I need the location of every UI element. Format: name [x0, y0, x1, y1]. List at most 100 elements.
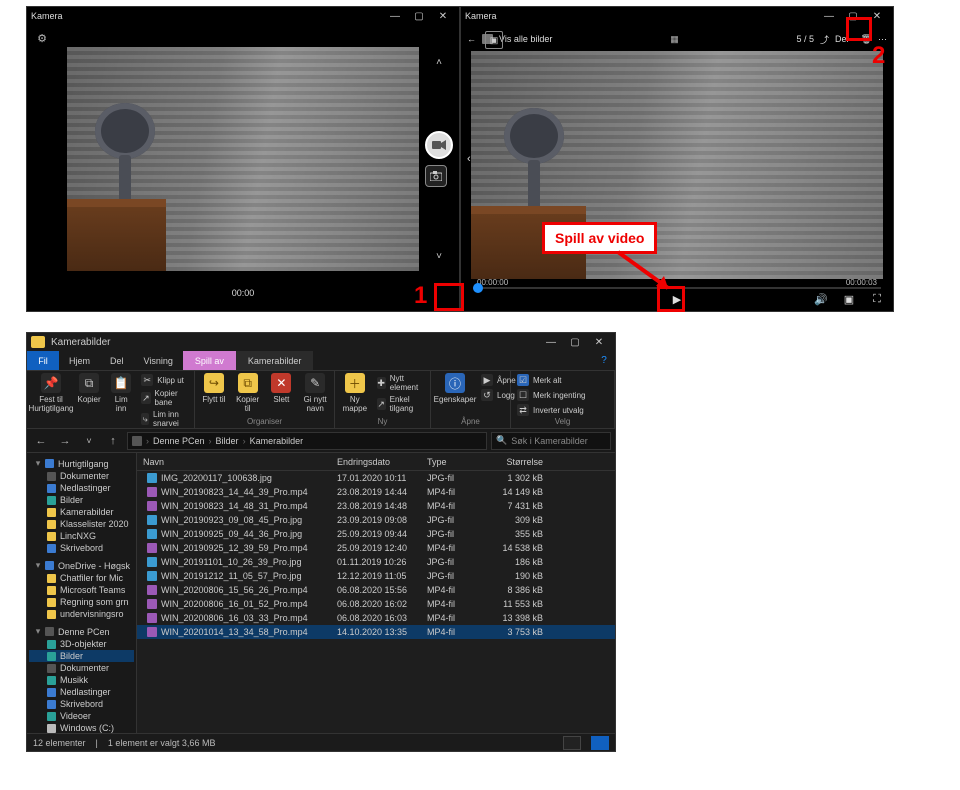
tree-item[interactable]: Dokumenter: [29, 470, 134, 482]
gear-icon[interactable]: ⚙: [33, 29, 51, 47]
up-button[interactable]: ↑: [103, 431, 123, 451]
copy-path-button[interactable]: ↗Kopier bane: [141, 388, 188, 408]
tree-group[interactable]: ▾Hurtigtilgang: [29, 457, 134, 470]
tree-item[interactable]: Nedlastinger: [29, 482, 134, 494]
col-size[interactable]: Størrelse: [487, 457, 557, 467]
table-row[interactable]: WIN_20201014_13_34_58_Pro.mp414.10.2020 …: [137, 625, 615, 639]
table-row[interactable]: WIN_20190823_14_48_31_Pro.mp423.08.2019 …: [137, 499, 615, 513]
record-button[interactable]: [425, 131, 453, 159]
easy-access-button[interactable]: ↗Enkel tilgang: [377, 394, 424, 414]
table-row[interactable]: WIN_20190925_12_39_59_Pro.mp425.09.2019 …: [137, 541, 615, 555]
rename-button[interactable]: ✎Gi nytt navn: [302, 373, 328, 413]
fullscreen-icon[interactable]: ⛶: [865, 289, 889, 309]
tree-item[interactable]: Kamerabilder: [29, 506, 134, 518]
delete-button[interactable]: ✕Slett: [269, 373, 295, 404]
table-row[interactable]: WIN_20191101_10_26_39_Pro.jpg01.11.2019 …: [137, 555, 615, 569]
share-icon[interactable]: ⤴: [820, 33, 829, 46]
nav-tree[interactable]: ▾HurtigtilgangDokumenterNedlastingerBild…: [27, 453, 137, 733]
col-type[interactable]: Type: [427, 457, 487, 467]
select-none-button[interactable]: ☐Merk ingenting: [517, 388, 608, 402]
context-tab-play[interactable]: Spill av: [183, 351, 236, 370]
tree-group[interactable]: ▾Denne PCen: [29, 625, 134, 638]
view-details-button[interactable]: [563, 736, 581, 750]
close-button[interactable]: ✕: [587, 333, 611, 351]
properties-button[interactable]: ⓘEgenskaper: [437, 373, 473, 404]
back-icon[interactable]: ←: [467, 34, 476, 44]
chevron-up-icon[interactable]: ˄: [430, 53, 448, 71]
breadcrumb[interactable]: › Denne PCen › Bilder › Kamerabilder: [127, 432, 487, 450]
copy-button[interactable]: ⧉Kopier: [77, 373, 101, 404]
new-folder-button[interactable]: ＋Ny mappe: [341, 373, 369, 413]
help-icon[interactable]: ?: [593, 351, 615, 370]
table-row[interactable]: WIN_20190823_14_44_39_Pro.mp423.08.2019 …: [137, 485, 615, 499]
filmstrip-chip[interactable]: ▣: [485, 31, 503, 49]
pin-button[interactable]: 📌Fest til Hurtigtilgang: [33, 373, 69, 413]
tree-item[interactable]: Dokumenter: [29, 662, 134, 674]
image-icon: [147, 515, 157, 525]
tree-item[interactable]: Nedlastinger: [29, 686, 134, 698]
tree-item[interactable]: Klasselister 2020: [29, 518, 134, 530]
chevron-down-icon[interactable]: ˅: [430, 247, 448, 265]
volume-icon[interactable]: 🔊: [809, 289, 833, 309]
tree-item[interactable]: Chatfiler for Mic: [29, 572, 134, 584]
cut-button[interactable]: ✂Klipp ut: [141, 373, 188, 387]
tree-item[interactable]: Bilder: [29, 650, 134, 662]
back-label[interactable]: Vis alle bilder: [499, 34, 552, 44]
tree-item[interactable]: LincNXG: [29, 530, 134, 542]
select-all-button[interactable]: ☑Merk alt: [517, 373, 608, 387]
paste-shortcut-button[interactable]: ⤷Lim inn snarvei: [141, 409, 188, 429]
minimize-button[interactable]: —: [383, 7, 407, 25]
tree-item[interactable]: 3D-objekter: [29, 638, 134, 650]
table-row[interactable]: WIN_20190923_09_08_45_Pro.jpg23.09.2019 …: [137, 513, 615, 527]
crumb-segment[interactable]: Bilder: [216, 436, 239, 446]
forward-button[interactable]: →: [55, 431, 75, 451]
crumb-segment[interactable]: Denne PCen: [153, 436, 205, 446]
photo-mode-button[interactable]: [425, 165, 447, 187]
tree-item[interactable]: Musikk: [29, 674, 134, 686]
file-date: 25.09.2019 09:44: [337, 529, 427, 539]
tree-item[interactable]: Skrivebord: [29, 542, 134, 554]
table-row[interactable]: WIN_20200806_15_56_26_Pro.mp406.08.2020 …: [137, 583, 615, 597]
minimize-button[interactable]: —: [817, 7, 841, 25]
table-row[interactable]: WIN_20200806_16_01_52_Pro.mp406.08.2020 …: [137, 597, 615, 611]
table-row[interactable]: WIN_20190925_09_44_36_Pro.jpg25.09.2019 …: [137, 527, 615, 541]
column-headers[interactable]: Navn Endringsdato Type Størrelse: [137, 453, 615, 471]
tree-item[interactable]: Videoer: [29, 710, 134, 722]
tree-item[interactable]: undervisningsro: [29, 608, 134, 620]
copy-to-button[interactable]: ⧉Kopier til: [235, 373, 261, 413]
tree-item[interactable]: Regning som grn: [29, 596, 134, 608]
tab-home[interactable]: Hjem: [59, 351, 100, 370]
tree-group[interactable]: ▾OneDrive - Høgsk: [29, 559, 134, 572]
paste-button[interactable]: 📋Lim inn: [109, 373, 133, 413]
invert-selection-button[interactable]: ⇄Inverter utvalg: [517, 403, 608, 417]
tree-item[interactable]: Microsoft Teams: [29, 584, 134, 596]
col-date[interactable]: Endringsdato: [337, 457, 427, 467]
new-item-button[interactable]: ✚Nytt element: [377, 373, 424, 393]
maximize-button[interactable]: ▢: [563, 333, 587, 351]
prev-icon[interactable]: ‹: [467, 153, 471, 165]
col-name[interactable]: Navn: [137, 457, 337, 467]
file-date: 17.01.2020 10:11: [337, 473, 427, 483]
move-to-button[interactable]: ↪Flytt til: [201, 373, 227, 404]
maximize-button[interactable]: ▢: [407, 7, 431, 25]
tree-item[interactable]: Bilder: [29, 494, 134, 506]
film-roll-icon[interactable]: ▦: [670, 34, 679, 45]
back-button[interactable]: ←: [31, 431, 51, 451]
view-large-button[interactable]: [591, 736, 609, 750]
file-menu[interactable]: Fil: [27, 351, 59, 370]
frame-view-icon[interactable]: ▣: [837, 289, 861, 309]
ribbon-tab-strip: Fil Hjem Del Visning Spill av Kamerabild…: [27, 351, 615, 371]
recent-locations-button[interactable]: ˅: [79, 431, 99, 451]
file-type: JPG-fil: [427, 515, 487, 525]
table-row[interactable]: WIN_20200806_16_03_33_Pro.mp406.08.2020 …: [137, 611, 615, 625]
minimize-button[interactable]: —: [539, 333, 563, 351]
search-input[interactable]: 🔍 Søk i Kamerabilder: [491, 432, 611, 450]
tab-share[interactable]: Del: [100, 351, 134, 370]
close-button[interactable]: ✕: [431, 7, 455, 25]
table-row[interactable]: IMG_20200117_100638.jpg17.01.2020 10:11J…: [137, 471, 615, 485]
table-row[interactable]: WIN_20191212_11_05_57_Pro.jpg12.12.2019 …: [137, 569, 615, 583]
tree-item[interactable]: Skrivebord: [29, 698, 134, 710]
tree-item[interactable]: Windows (C:): [29, 722, 134, 733]
tab-view[interactable]: Visning: [134, 351, 183, 370]
crumb-segment[interactable]: Kamerabilder: [250, 436, 304, 446]
